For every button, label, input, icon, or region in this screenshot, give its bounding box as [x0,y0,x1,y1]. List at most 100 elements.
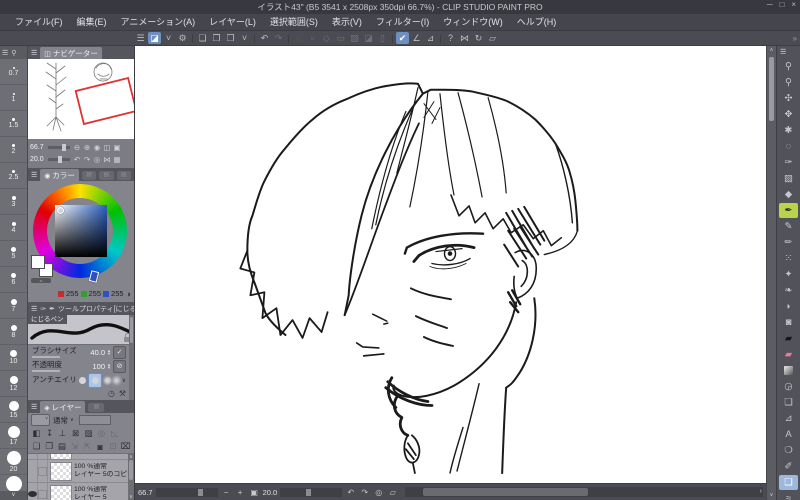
minimize-button[interactable]: ─ [767,0,773,9]
wheel-style-toggle-icon[interactable]: ◑ [126,289,131,299]
subtool-detail-icon[interactable]: ⚒ [119,389,126,398]
fit-to-window-icon[interactable]: ▣ [112,143,122,153]
scroll-down-icon[interactable]: ∨ [770,491,774,500]
zoom-tool-icon[interactable]: ⚲ [779,59,798,74]
ruler-range-icon[interactable]: ◺ [108,428,121,440]
horizontal-scrollbar[interactable]: › [405,487,763,497]
layer-check-cell[interactable] [38,483,48,500]
zoom-100-icon[interactable]: ◉ [92,143,102,153]
balloon-tool-icon[interactable]: ❍ [779,443,798,458]
rotate-left-button[interactable]: ↶ [345,487,356,498]
frame-border-tool-icon[interactable]: ❏ [779,395,798,410]
zoom-out-icon[interactable]: ⊖ [72,143,82,153]
panel-menu-icon[interactable]: ☰ [31,171,37,179]
ink-brush-tool-icon[interactable]: ▰ [779,331,798,346]
reset-rotation-button[interactable]: ◎ [373,487,384,498]
brush-size-tab-icon[interactable]: ⚲ [11,49,16,57]
transfer-down-icon[interactable]: ↧ [43,428,56,440]
menu-file[interactable]: ファイル(F) [8,14,70,30]
selection-launcher-icon[interactable]: ≈ [779,491,798,500]
menu-view[interactable]: 表示(V) [325,14,369,30]
reset-rotation-icon[interactable]: ◎ [92,155,102,165]
open-file-icon[interactable]: ❐ [210,32,223,44]
reselect-icon[interactable]: ▫ [306,32,319,44]
tab-navigator[interactable]: ◫ ナビゲーター [40,47,102,59]
merge-layer-icon[interactable]: ⇱ [81,441,94,453]
pastel-brush-tool-icon[interactable]: ▰ [779,347,798,362]
panel-menu-icon[interactable]: ☰ [2,49,8,57]
brush-size-item[interactable]: 3 [0,189,27,215]
rotate-right-button[interactable]: ↷ [359,487,370,498]
tab-layer-property[interactable]: ▤ [88,403,105,412]
canvas[interactable] [135,46,766,483]
layer-visibility-cell[interactable] [28,460,38,482]
new-folder-icon[interactable]: ▤ [56,441,69,453]
layer-list-scrollbar[interactable]: ∧ ∨ [128,454,134,500]
brush-size-item[interactable]: 5 [0,241,27,267]
flip-horizontal-icon[interactable]: ⋈ [102,155,112,165]
h-scroll-thumb[interactable] [423,488,588,496]
vertical-scrollbar[interactable]: ∧ ∨ [766,46,776,500]
tab-color-slider[interactable]: ▤ [81,171,97,180]
brush-size-item[interactable]: 1.5 [0,111,27,137]
layer-check-cell[interactable] [38,460,48,482]
property-slider[interactable] [32,355,60,358]
preset-history-icon[interactable]: ◷ [108,389,115,398]
navigator-thumbnail[interactable] [28,59,134,139]
brush-size-item[interactable]: 6 [0,267,27,293]
antialias-weak-option-selected[interactable] [88,372,103,388]
pen-tool-icon[interactable]: ✒ [779,202,798,218]
save-file-icon[interactable]: ❒ [224,32,237,44]
reset-rotation-icon[interactable]: ↻ [472,32,485,44]
blend-mode-select[interactable]: 通常 ∨ [53,415,74,426]
saturation-value-square[interactable] [55,205,107,257]
frame-icon[interactable]: ▯ [376,32,389,44]
menu-window[interactable]: ウィンドウ(W) [436,14,510,30]
apply-mask-icon[interactable]: ⊡ [107,441,120,453]
scroll-right-icon[interactable]: › [760,487,762,497]
layer-color-swatch[interactable]: ˅ [31,414,50,426]
reset-display-icon[interactable]: ▱ [486,32,499,44]
tab-color-mixing[interactable]: ▤ [116,171,132,180]
stepper-icon[interactable]: ▲ ▼ [107,363,111,370]
clip-to-layer-icon[interactable]: ◧ [30,428,43,440]
panel-menu-icon[interactable]: ☰ [31,403,37,411]
toolbar-overflow-icon[interactable]: » [793,34,797,43]
line-correction-tool-icon[interactable]: ✐ [779,459,798,474]
panel-menu-icon[interactable]: ☰ [780,48,786,56]
mesh-transform-icon[interactable]: ◪ [362,32,375,44]
pencil-tool-icon[interactable]: ✏ [779,235,798,250]
snap-ruler-icon[interactable]: ✔ [396,32,409,44]
marquee-tool-icon[interactable]: ▨ [779,171,798,186]
tool-switch-caret-icon[interactable]: ˅ [162,32,175,44]
watercolor-brush-tool-icon[interactable]: ❧ [779,283,798,298]
eraser-tool-icon[interactable]: ◆ [779,187,798,202]
separator[interactable]: | [286,32,291,44]
tool-property-scrollbar[interactable] [129,315,134,400]
v-scroll-thumb[interactable] [769,57,774,121]
slider-knob[interactable] [58,156,62,163]
brush-size-item[interactable]: 20 [0,449,27,475]
ruler-tool-icon[interactable]: ⊿ [779,411,798,426]
hand-tool-icon[interactable]: ✣ [779,91,798,106]
brush-size-item[interactable]: 8 [0,319,27,345]
brush-size-item[interactable]: 12 [0,371,27,397]
undo-icon[interactable]: ↶ [258,32,271,44]
blend-tool-icon[interactable]: ◗ [779,299,798,314]
tab-layer[interactable]: ◈ レイヤー [40,401,86,413]
status-rotate-slider[interactable] [280,487,343,497]
gradient-tool-icon[interactable]: ■ [779,363,798,378]
brush-size-scroll-down[interactable]: ∨ [0,491,27,500]
layer-row[interactable]: 100 %通常 レイヤー 5 [28,483,134,500]
deselect-icon[interactable]: ◌ [292,32,305,44]
layer-visibility-cell[interactable] [28,483,38,500]
crop-icon[interactable]: ▭ [334,32,347,44]
redo-icon[interactable]: ↷ [272,32,285,44]
zoom-fit-button[interactable]: ▣ [249,487,260,498]
new-layer-dialog-icon[interactable]: ❐ [43,441,56,453]
separator[interactable]: | [190,32,195,44]
antialias-none-option[interactable] [79,376,87,384]
property-slider[interactable] [32,369,60,372]
move-tool-icon[interactable]: ✥ [779,107,798,122]
transfer-layer-icon[interactable]: ⇲ [68,441,81,453]
